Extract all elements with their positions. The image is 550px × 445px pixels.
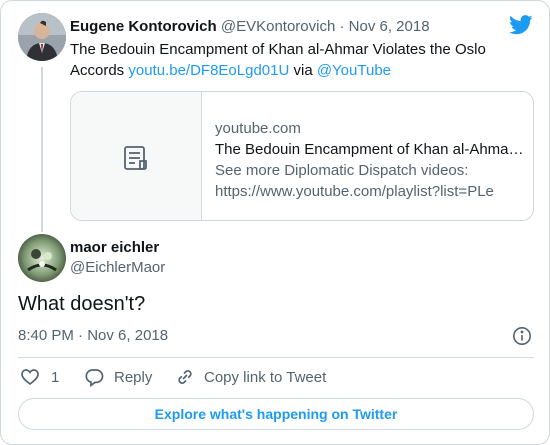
header-separator: · [335, 18, 349, 35]
reply-bubble-icon [84, 367, 104, 388]
preview-description-line2: https://www.youtube.com/playlist?list=PL… [215, 183, 494, 200]
reply-button[interactable]: Reply [84, 367, 153, 388]
info-icon[interactable] [512, 326, 532, 346]
tweet-embed-card: Eugene Kontorovich @EVKontorovich · Nov … [0, 0, 550, 445]
youtube-link[interactable]: youtu.be/DF8EoLgd01U [128, 62, 289, 79]
reply-timestamp[interactable]: 8:40 PM · Nov 6, 2018 [18, 327, 168, 344]
preview-domain: youtube.com [215, 120, 301, 137]
divider [18, 357, 534, 358]
reply-label: Reply [114, 368, 153, 386]
tweet-text-prefix: Accords [70, 62, 129, 79]
tweet-text-line2: Accords youtu.be/DF8EoLgd01U via @YouTub… [70, 60, 510, 81]
heart-icon [20, 367, 40, 387]
tweet-date[interactable]: Nov 6, 2018 [349, 18, 430, 35]
author-handle[interactable]: @EVKontorovich [221, 18, 335, 35]
quoted-tweet-text: The Bedouin Encampment of Khan al-Ahmar … [70, 39, 510, 81]
twitter-bird-icon[interactable] [509, 15, 533, 35]
preview-title: The Bedouin Encampment of Khan al-Ahmar … [215, 141, 525, 158]
author-name[interactable]: Eugene Kontorovich [70, 18, 217, 35]
link-icon [175, 367, 195, 387]
avatar-maor[interactable] [18, 234, 66, 282]
copy-link-label: Copy link to Tweet [204, 368, 327, 386]
like-count: 1 [51, 368, 60, 386]
reply-author-handle[interactable]: @EichlerMaor [70, 259, 165, 276]
explore-twitter-button[interactable]: Explore what's happening on Twitter [18, 398, 534, 430]
link-preview-text: youtube.com The Bedouin Encampment of Kh… [215, 118, 525, 202]
tweet-text-line1: The Bedouin Encampment of Khan al-Ahmar … [70, 41, 486, 58]
link-preview-card[interactable]: youtube.com The Bedouin Encampment of Kh… [70, 91, 534, 221]
youtube-mention[interactable]: @YouTube [317, 62, 391, 79]
reply-time: 8:40 PM [18, 327, 74, 344]
reply-date: Nov 6, 2018 [87, 327, 169, 344]
link-preview-thumbnail [71, 92, 202, 220]
copy-link-button[interactable]: Copy link to Tweet [175, 367, 326, 387]
via-text: via [289, 62, 317, 79]
document-icon [122, 144, 150, 172]
quoted-tweet-header: Eugene Kontorovich @EVKontorovich · Nov … [70, 18, 430, 35]
reply-tweet-text: What doesn't? [18, 293, 146, 315]
avatar-eugene[interactable] [18, 13, 66, 61]
preview-description-line1: See more Diplomatic Dispatch videos: [215, 162, 469, 179]
thread-connector-line [41, 67, 43, 232]
timestamp-separator: · [73, 327, 88, 344]
like-button[interactable]: 1 [20, 367, 59, 387]
reply-author-name[interactable]: maor eichler [70, 239, 159, 256]
